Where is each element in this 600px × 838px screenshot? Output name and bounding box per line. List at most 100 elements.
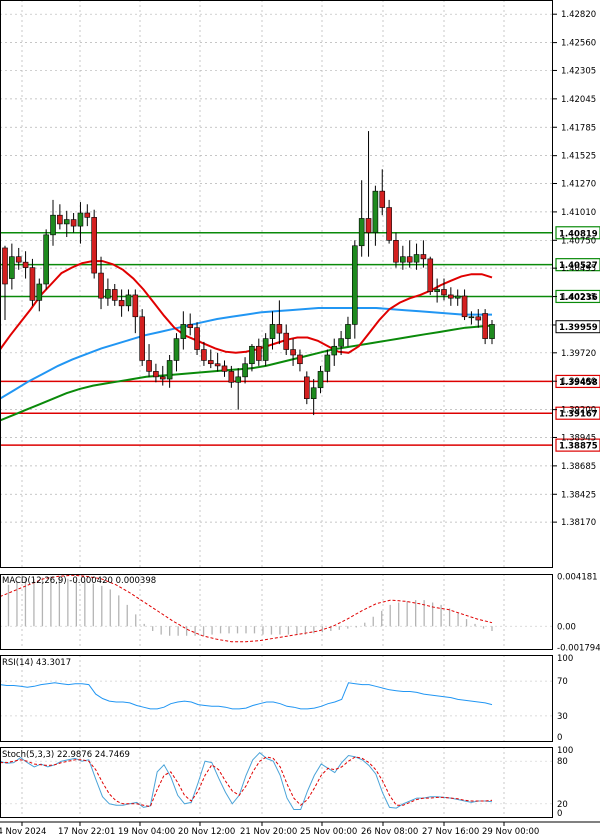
time-tick-label: 25 Nov 00:00 xyxy=(300,827,357,837)
bear-candle xyxy=(111,289,118,301)
price-tick-label: 1.41270 xyxy=(561,180,596,190)
bear-candle xyxy=(98,272,104,299)
bull-candle xyxy=(125,294,132,307)
bear-candle xyxy=(441,289,447,296)
price-tick-label: 1.39460 xyxy=(561,377,596,387)
bull-candle xyxy=(352,245,358,325)
bull-candle xyxy=(345,324,351,339)
bear-candle xyxy=(70,219,77,227)
bear-candle xyxy=(29,267,36,301)
ma-fast-line xyxy=(0,260,493,354)
rsi-label: RSI(14) 43.3017 xyxy=(2,658,71,668)
price-tick-label: 1.39720 xyxy=(561,349,596,359)
trading-chart: 1.408191.405271.402361.394581.391671.388… xyxy=(0,0,600,837)
bear-candle xyxy=(379,190,386,208)
bull-candle xyxy=(77,212,84,227)
bull-candle xyxy=(50,214,56,236)
bear-candle xyxy=(132,294,139,318)
price-tick-label: 1.38425 xyxy=(561,490,596,500)
bull-candle xyxy=(43,234,49,285)
bull-candle xyxy=(317,371,324,389)
rsi-panel xyxy=(0,680,553,717)
bull-candle xyxy=(166,360,173,380)
bull-candle xyxy=(269,324,276,339)
bear-candle xyxy=(365,218,372,233)
bull-candle xyxy=(489,324,495,339)
bull-candle xyxy=(249,345,255,365)
bull-candle xyxy=(242,363,248,378)
bear-candle xyxy=(214,363,221,367)
bull-candle xyxy=(400,256,406,263)
bull-candle xyxy=(331,345,338,356)
bull-candle xyxy=(434,289,440,292)
bear-candle xyxy=(276,324,283,334)
bear-candle xyxy=(187,324,193,328)
bull-candle xyxy=(235,376,242,383)
price-tick-label: 1.41525 xyxy=(561,152,596,162)
bear-candle xyxy=(283,332,290,350)
bear-candle xyxy=(153,371,159,378)
rsi-tick-label: 30 xyxy=(557,712,568,722)
bull-candle xyxy=(454,295,461,299)
bull-candle xyxy=(372,190,379,233)
bear-candle xyxy=(427,258,434,292)
bear-candle xyxy=(221,365,228,372)
price-tick-label: 1.38945 xyxy=(561,433,596,443)
bear-candle xyxy=(139,316,145,361)
bull-candle xyxy=(338,338,344,347)
bear-candle xyxy=(194,327,200,350)
grid xyxy=(0,0,553,818)
bear-candle xyxy=(228,371,235,383)
bull-candle xyxy=(262,338,269,361)
time-tick-label: 26 Nov 08:00 xyxy=(361,827,418,837)
bear-candle xyxy=(386,207,392,241)
rsi-tick-label: 100 xyxy=(557,654,573,664)
bear-candle xyxy=(22,261,29,268)
price-tick-label: 1.40495 xyxy=(561,264,596,274)
stochastic-panel xyxy=(0,752,553,810)
bear-candle xyxy=(91,217,97,274)
bear-candle xyxy=(304,376,310,399)
bull-candle xyxy=(358,218,365,247)
price-tick-label: 1.42820 xyxy=(561,10,596,20)
price-tick-label: 1.40750 xyxy=(561,236,596,246)
candlesticks xyxy=(2,131,495,416)
current-price-label: 1.39959 xyxy=(559,323,598,333)
stoch-d-line xyxy=(0,756,493,808)
price-tick-label: 1.42305 xyxy=(561,66,596,76)
rsi-tick-label: 70 xyxy=(557,677,568,687)
bear-candle xyxy=(448,294,454,299)
time-tick-label: 21 Nov 20:00 xyxy=(240,827,297,837)
bull-candle xyxy=(180,324,187,339)
macd-tick-label: 0.004181 xyxy=(557,573,598,583)
bull-candle xyxy=(310,387,317,399)
bull-candle xyxy=(173,338,180,361)
bull-candle xyxy=(324,354,331,372)
time-tick-label: 27 Nov 16:00 xyxy=(422,827,479,837)
bear-candle xyxy=(461,295,468,318)
rsi-tick-label: 0 xyxy=(557,733,562,743)
bear-candle xyxy=(2,247,8,285)
bear-candle xyxy=(146,360,152,372)
rsi-line xyxy=(0,682,493,710)
price-tick-label: 1.42045 xyxy=(561,95,596,105)
bear-candle xyxy=(159,376,166,380)
axes: 1.42820 1.42560 1.42305 1.42045 1.41785 1.415… xyxy=(0,0,600,837)
stoch-label: Stoch(5,3,3) 22.9876 24.7469 xyxy=(2,750,130,760)
bear-candle xyxy=(118,300,125,307)
ma-mid-line xyxy=(0,307,492,400)
stoch-tick-label: 0 xyxy=(557,809,562,819)
time-tick-label: 19 Nov 04:00 xyxy=(118,827,175,837)
bear-candle xyxy=(255,345,262,361)
macd-tick-label: -0.001794 xyxy=(557,644,600,654)
price-tick-label: 1.38685 xyxy=(561,462,596,472)
time-tick-label: 14 Nov 2024 xyxy=(0,827,46,837)
bull-candle xyxy=(468,316,475,319)
bull-candle xyxy=(36,283,43,301)
stoch-tick-label: 80 xyxy=(557,757,568,767)
macd-label: MACD(12,26,9) -0.000420 0.000398 xyxy=(2,576,156,586)
bear-candle xyxy=(290,349,296,356)
bull-candle xyxy=(63,219,70,225)
panel-frame xyxy=(0,0,553,568)
bear-candle xyxy=(482,313,488,339)
